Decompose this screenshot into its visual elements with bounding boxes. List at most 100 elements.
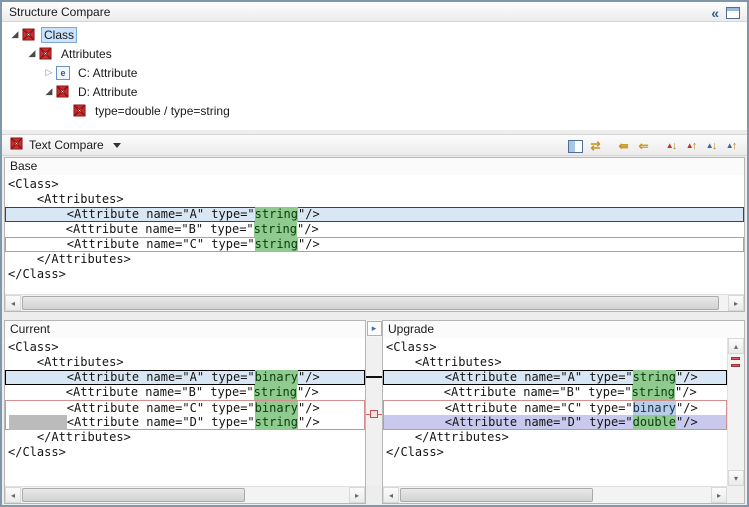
code-line[interactable]: <Attribute name="C" type="binary"/> [383, 400, 727, 415]
current-code-area[interactable]: <Class> <Attributes> <Attribute name="A"… [5, 338, 365, 486]
code-line[interactable]: </Attributes> [5, 252, 744, 267]
diff-connector-handle[interactable] [370, 410, 378, 418]
scroll-right-button[interactable] [711, 487, 727, 503]
code-line[interactable]: <Attribute name="D" type="double"/> [383, 415, 727, 430]
code-line[interactable]: <Attributes> [5, 355, 365, 370]
tree-expander-icon[interactable]: ▷ [42, 67, 56, 78]
code-line[interactable]: </Class> [5, 267, 744, 282]
diff-marker-icon [39, 47, 55, 61]
code-line[interactable]: <Attribute name="B" type="string"/> [5, 222, 744, 237]
code-token: "/> [298, 401, 320, 416]
next-difference-icon[interactable]: ▲↓ [662, 137, 681, 155]
code-token: "/> [676, 370, 698, 385]
code-line[interactable]: </Class> [383, 445, 727, 460]
tree-item[interactable]: ◢D: Attribute [2, 82, 747, 101]
code-line[interactable]: <Attribute name="A" type="string"/> [5, 207, 744, 222]
code-token: string [255, 207, 298, 222]
code-line[interactable]: <Attribute name="B" type="string"/> [383, 385, 727, 400]
code-line[interactable]: <Attribute name="D" type="string"/> [5, 415, 365, 430]
collapse-panel-icon[interactable] [711, 5, 719, 21]
code-line[interactable]: </Attributes> [383, 430, 727, 445]
code-token: string [254, 222, 297, 237]
code-line[interactable]: <Class> [383, 340, 727, 355]
tree-item[interactable]: ◢ Class [2, 25, 747, 44]
tree-item-label: C: Attribute [75, 65, 140, 81]
code-line[interactable]: <Attribute name="A" type="string"/> [383, 370, 727, 385]
code-token: "/> [298, 370, 320, 385]
scroll-left-button[interactable] [5, 487, 21, 503]
code-token: <Class> [8, 340, 59, 355]
scroll-thumb[interactable] [22, 296, 719, 310]
scroll-left-button[interactable] [5, 295, 21, 311]
code-token: "/> [298, 415, 320, 430]
panel-header-buttons [711, 5, 740, 21]
base-code-area[interactable]: <Class> <Attributes> <Attribute name="A"… [5, 175, 744, 294]
copy-change-button[interactable] [367, 321, 382, 336]
scroll-up-button[interactable] [728, 338, 744, 354]
scroll-left-button[interactable] [383, 487, 399, 503]
code-line[interactable]: </Attributes> [5, 430, 365, 445]
diff-overview-mark[interactable] [731, 364, 740, 367]
tree-expander-icon[interactable]: ◢ [25, 48, 39, 59]
tree-item-label: Class [41, 27, 77, 43]
diff-marker-icon [22, 28, 38, 42]
diff-marker-icon [56, 85, 72, 99]
code-token: <Attributes> [8, 192, 124, 207]
code-token: string [255, 415, 298, 430]
code-line[interactable]: <Attribute name="C" type="string"/> [5, 237, 744, 252]
structure-tree[interactable]: ◢Class◢Attributes▷eC: Attribute◢D: Attri… [2, 22, 747, 130]
current-pane: Current <Class> <Attributes> <Attribute … [4, 320, 366, 504]
current-horizontal-scrollbar[interactable] [5, 486, 365, 503]
code-token: binary [633, 401, 676, 416]
tree-expander-icon[interactable]: ◢ [42, 86, 56, 97]
code-token [9, 415, 67, 430]
code-line[interactable]: <Attribute name="B" type="string"/> [5, 385, 365, 400]
maximize-panel-icon[interactable] [726, 7, 740, 19]
next-change-icon[interactable]: ▲↓ [702, 137, 721, 155]
base-horizontal-scrollbar[interactable] [5, 294, 744, 311]
layout-icon[interactable] [566, 137, 585, 155]
upgrade-code-area[interactable]: <Class> <Attributes> <Attribute name="A"… [383, 338, 727, 486]
code-line[interactable]: <Attribute name="A" type="binary"/> [5, 370, 365, 385]
text-compare-title: Text Compare [29, 138, 104, 152]
code-token: <Attribute name="C" type=" [9, 237, 255, 252]
code-token: "/> [676, 401, 698, 416]
previous-difference-icon[interactable]: ▲↑ [682, 137, 701, 155]
tree-item-label: Attributes [58, 46, 115, 62]
scroll-down-button[interactable] [728, 470, 744, 486]
tree-item[interactable]: ◢ Attributes [2, 44, 747, 63]
code-token: <Attribute name="C" type=" [387, 401, 633, 416]
code-token: double [633, 415, 676, 430]
scroll-right-button[interactable] [349, 487, 365, 503]
scroll-right-button[interactable] [728, 295, 744, 311]
current-pane-label: Current [5, 321, 365, 339]
code-token: <Attribute name="B" type=" [8, 222, 254, 237]
code-line[interactable]: <Attributes> [383, 355, 727, 370]
code-line[interactable]: <Attribute name="C" type="binary"/> [5, 400, 365, 415]
vertical-scrollbar[interactable] [727, 338, 744, 486]
code-line[interactable]: <Class> [5, 340, 365, 355]
code-token: </Attributes> [8, 252, 131, 267]
code-token: "/> [298, 237, 320, 252]
swap-panes-icon[interactable]: ⇄ [586, 137, 605, 155]
diff-overview-mark[interactable] [731, 357, 740, 360]
base-pane-label: Base [5, 158, 744, 176]
code-line[interactable]: </Class> [5, 445, 365, 460]
code-token: binary [255, 370, 298, 385]
code-token: <Attribute name="B" type=" [8, 385, 254, 400]
code-token: <Attribute name="A" type=" [387, 370, 633, 385]
upgrade-horizontal-scrollbar[interactable] [383, 486, 727, 503]
tree-expander-icon[interactable]: ◢ [8, 29, 22, 40]
code-line[interactable]: <Class> [5, 177, 744, 192]
chevron-down-icon[interactable] [113, 143, 121, 148]
tree-item[interactable]: ▷eC: Attribute [2, 63, 747, 82]
scroll-thumb[interactable] [400, 488, 593, 502]
previous-change-icon[interactable]: ▲↑ [722, 137, 741, 155]
code-token: "/> [297, 222, 319, 237]
copy-current-change-icon[interactable]: ⇐ [634, 137, 653, 155]
scroll-thumb[interactable] [22, 488, 245, 502]
copy-all-changes-icon[interactable]: ⇚ [614, 137, 633, 155]
code-line[interactable]: <Attributes> [5, 192, 744, 207]
code-token: </Attributes> [386, 430, 509, 445]
tree-item[interactable]: type=double / type=string [2, 101, 747, 120]
